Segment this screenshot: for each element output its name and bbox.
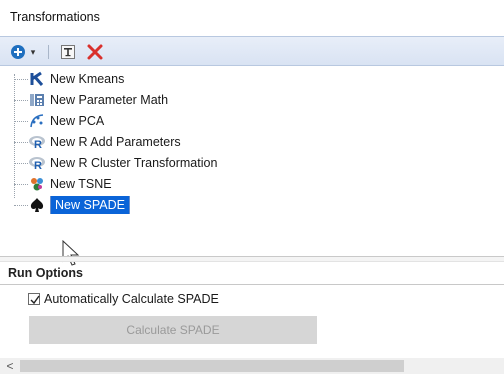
auto-calculate-label: Automatically Calculate SPADE [44,292,219,306]
auto-calculate-checkbox[interactable] [28,293,40,305]
tree-item-pca[interactable]: New PCA [14,111,104,131]
toolbar: ▾ [0,36,504,66]
auto-calculate-row[interactable]: Automatically Calculate SPADE [28,292,219,306]
tree-item-parameter-math[interactable]: New Parameter Math [14,90,168,110]
tree-item-label: New PCA [50,114,105,128]
checkmark-icon [30,295,40,305]
panel-title: Transformations [10,10,100,24]
run-options-header: Run Options [8,266,83,280]
tsne-icon [28,175,46,193]
text-icon [61,45,75,59]
tree-item-label: New R Cluster Transformation [50,156,218,170]
tree-item-r-add-parameters[interactable]: R New R Add Parameters [14,132,181,152]
panel-splitter[interactable] [0,256,504,262]
tree-item-label: New Parameter Math [50,93,169,107]
r-icon: R [28,133,46,151]
add-dropdown-button[interactable]: ▾ [28,42,38,62]
tree-item-label: New TSNE [50,177,112,191]
parameter-math-icon [28,91,46,109]
transformations-tree: New Kmeans New Parameter Math New PCA R … [0,66,504,256]
svg-text:R: R [34,139,42,150]
divider [0,284,504,285]
tree-item-label: New Kmeans [50,72,125,86]
pca-icon [28,112,46,130]
kmeans-icon [28,70,46,88]
tree-item-label: New SPADE [51,196,129,214]
scrollbar-thumb[interactable] [20,360,404,372]
tree-item-tsne[interactable]: New TSNE [14,174,112,194]
r-icon: R [28,154,46,172]
tree-item-r-cluster-transformation[interactable]: R New R Cluster Transformation [14,153,217,173]
spade-icon [28,196,46,214]
svg-text:R: R [34,160,42,171]
delete-button[interactable] [86,42,104,62]
tree-item-spade[interactable]: New SPADE [14,195,130,215]
rename-field[interactable]: New SPADE [50,196,130,214]
tree-item-label: New R Add Parameters [50,135,181,149]
scroll-left-icon[interactable]: < [4,359,16,373]
delete-x-icon [87,44,103,60]
add-button[interactable] [10,42,26,62]
plus-circle-icon [11,45,25,59]
tree-item-kmeans[interactable]: New Kmeans [14,69,124,89]
rename-button[interactable] [60,42,76,62]
toolbar-separator [48,45,49,59]
calculate-spade-button[interactable]: Calculate SPADE [29,316,317,344]
horizontal-scrollbar[interactable]: < [0,358,504,374]
